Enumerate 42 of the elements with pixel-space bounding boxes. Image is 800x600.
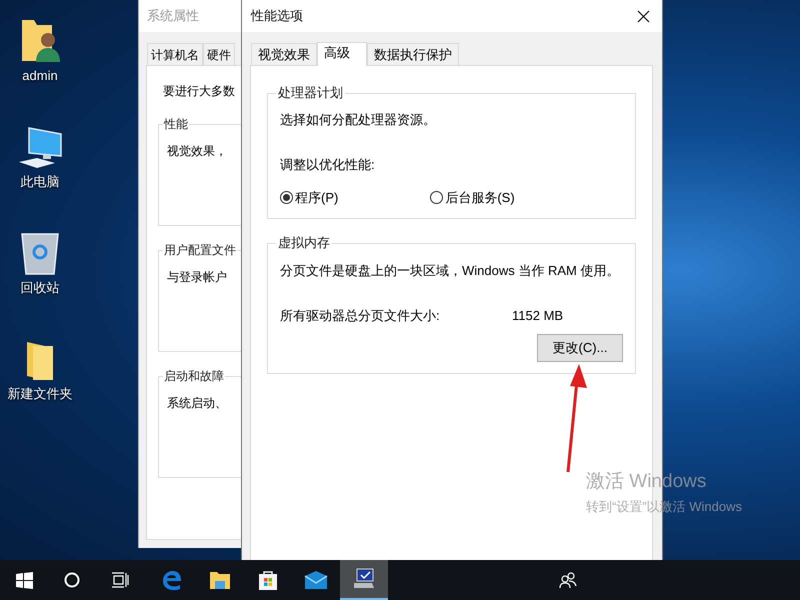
- tab[interactable]: 视觉效果: [251, 43, 317, 65]
- radio-button[interactable]: [430, 191, 444, 204]
- group-title: 启动和故障: [163, 368, 225, 384]
- description-text: 分页文件是硬盘上的一块区域，Windows 当作 RAM 使用。: [280, 262, 620, 280]
- tab[interactable]: 数据执行保护: [367, 43, 459, 65]
- window-title: 系统属性: [147, 7, 199, 26]
- folder-icon: [25, 340, 55, 382]
- description-text: 选择如何分配处理器资源。: [280, 111, 437, 129]
- search-icon: [64, 572, 80, 588]
- desktop-icon-label[interactable]: 此电脑: [20, 174, 60, 190]
- desktop-icon-label[interactable]: 回收站: [20, 280, 60, 296]
- people-icon: [559, 572, 577, 588]
- tab[interactable]: 高级: [317, 42, 367, 66]
- group-title: 处理器计划: [276, 85, 345, 101]
- shopping-bag-icon: [257, 569, 279, 591]
- intro-text: 要进行大多数: [163, 83, 236, 100]
- radio-option[interactable]: 后台服务(S): [430, 188, 515, 208]
- group-title: 性能: [163, 116, 189, 132]
- radio-button[interactable]: [280, 191, 293, 204]
- desktop-icon-label[interactable]: admin: [22, 68, 58, 84]
- group-description: 系统启动、: [167, 396, 227, 410]
- tab[interactable]: 计算机名: [147, 43, 203, 65]
- windows-logo-icon: [16, 572, 32, 588]
- envelope-icon: [304, 570, 328, 590]
- change-button[interactable]: 更改(C)...: [537, 334, 623, 362]
- prompt-label: 调整以优化性能:: [280, 156, 376, 174]
- tab[interactable]: 硬件: [203, 43, 235, 65]
- size-value: 1152 MB: [512, 306, 564, 324]
- size-label: 所有驱动器总分页文件大小:: [280, 306, 441, 324]
- browser-e-icon: [161, 569, 183, 591]
- computer-icon: [17, 126, 63, 170]
- close-icon: [636, 10, 650, 22]
- radio-option[interactable]: 程序(P): [280, 188, 338, 208]
- computer-check-icon: [352, 568, 376, 590]
- group-title: 用户配置文件: [163, 242, 237, 258]
- task-view-icon: [111, 572, 129, 588]
- desktop-icon-label[interactable]: 新建文件夹: [8, 386, 72, 402]
- group-description: 与登录帐户: [167, 270, 227, 284]
- folder-icon: [209, 570, 231, 590]
- group-title: 虚拟内存: [276, 235, 332, 251]
- group-description: 视觉效果，: [167, 144, 227, 158]
- window-title: 性能选项: [251, 7, 303, 26]
